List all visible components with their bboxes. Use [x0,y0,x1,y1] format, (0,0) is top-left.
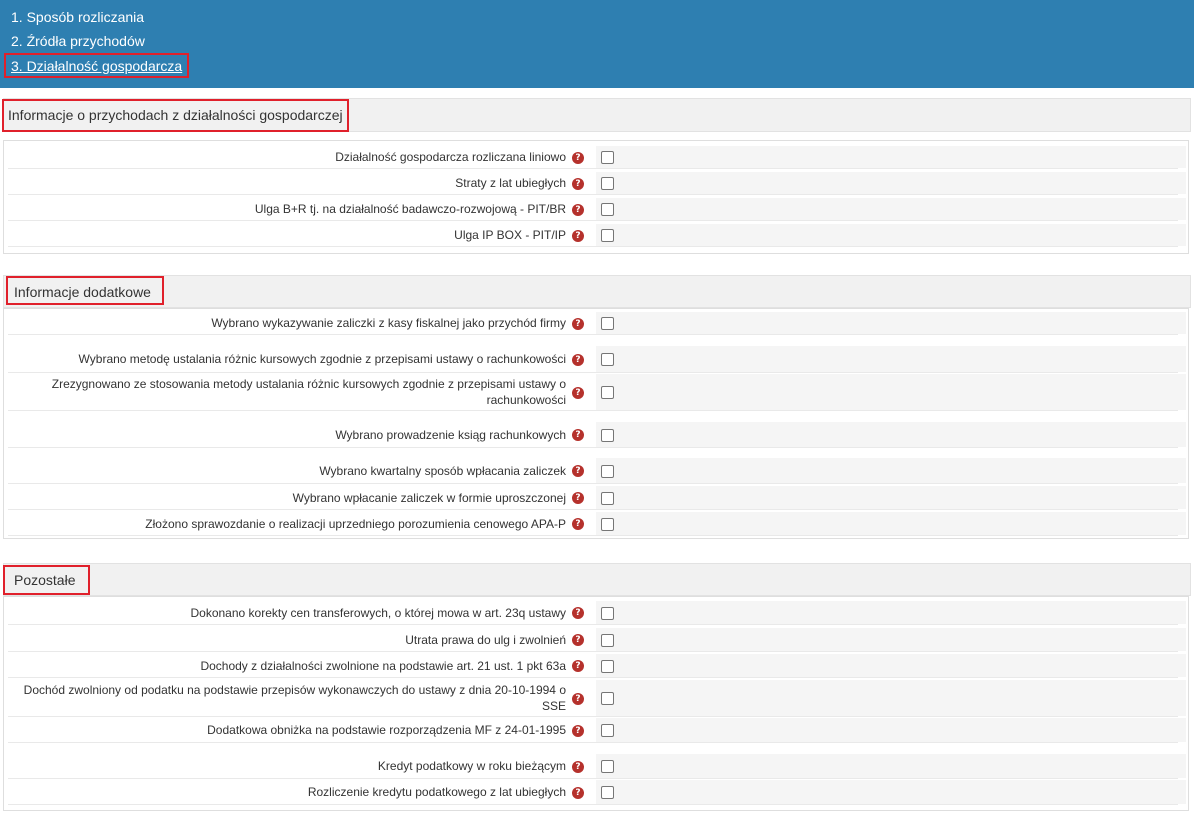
section-header-dodatkowe [3,275,1191,308]
field-label: Złożono sprawozdanie o realizacji uprzed… [145,516,566,531]
checkbox[interactable] [601,724,614,737]
form-row: Wybrano prowadzenie ksiąg rachunkowych? [8,422,1186,448]
checkbox-cell [596,172,1186,194]
checkbox[interactable] [601,203,614,216]
checkbox-cell [596,198,1186,220]
highlight-box-section-title [2,99,349,132]
form-row: Dodatkowa obniżka na podstawie rozporząd… [8,718,1186,743]
form-row: Działalność gospodarcza rozliczana linio… [8,146,1186,169]
checkbox[interactable] [601,607,614,620]
checkbox[interactable] [601,465,614,478]
form-row: Dokonano korekty cen transferowych, o kt… [8,601,1186,625]
form-row: Wybrano metodę ustalania różnic kursowyc… [8,346,1186,373]
checkbox[interactable] [601,429,614,442]
checkbox-cell [596,601,1186,624]
checkbox-cell [596,754,1186,778]
form-row: Złożono sprawozdanie o realizacji uprzed… [8,512,1186,536]
checkbox[interactable] [601,786,614,799]
checkbox[interactable] [601,634,614,647]
form-row: Kredyt podatkowy w roku bieżącym? [8,754,1186,779]
checkbox[interactable] [601,760,614,773]
highlight-box-active-step [4,53,189,78]
checkbox-cell [596,486,1186,509]
checkbox[interactable] [601,229,614,242]
form-row: Dochód zwolniony od podatku na podstawie… [8,680,1186,717]
checkbox[interactable] [601,151,614,164]
section-header-pozostale [3,563,1191,596]
checkbox[interactable] [601,353,614,366]
checkbox-cell [596,718,1186,742]
help-icon[interactable]: ? [572,204,584,216]
help-icon[interactable]: ? [572,492,584,504]
checkbox[interactable] [601,692,614,705]
help-icon[interactable]: ? [572,178,584,190]
checkbox[interactable] [601,177,614,190]
highlight-box-section-title [3,565,90,595]
field-label: Ulga IP BOX - PIT/IP [454,228,566,242]
form-row: Wybrano kwartalny sposób wpłacania zalic… [8,458,1186,484]
checkbox-cell [596,422,1186,447]
form-row: Ulga B+R tj. na działalność badawczo-roz… [8,198,1186,221]
field-label: Dodatkowa obniżka na podstawie rozporząd… [207,723,566,737]
field-label: Wybrano wpłacanie zaliczek w formie upro… [292,490,566,505]
checkbox-cell [596,146,1186,168]
checkbox-cell [596,680,1186,716]
help-icon[interactable]: ? [572,607,584,619]
checkbox[interactable] [601,317,614,330]
form-row: Dochody z działalności zwolnione na pods… [8,654,1186,678]
form-row: Zrezygnowano ze stosowania metody ustala… [8,374,1186,411]
form-row: Wybrano wykazywanie zaliczki z kasy fisk… [8,312,1186,335]
field-label: Wybrano kwartalny sposób wpłacania zalic… [319,463,566,478]
checkbox-cell [596,780,1186,804]
help-icon[interactable]: ? [572,318,584,330]
help-icon[interactable]: ? [572,660,584,672]
help-icon[interactable]: ? [572,725,584,737]
field-label: Kredyt podatkowy w roku bieżącym [377,759,566,773]
help-icon[interactable]: ? [572,152,584,164]
field-label: Utrata prawa do ulg i zwolnień [405,632,566,647]
wizard-steps-bar: 1. Sposób rozliczania 2. Źródła przychod… [0,0,1194,88]
form-row: Utrata prawa do ulg i zwolnień? [8,628,1186,652]
field-label: Wybrano metodę ustalania różnic kursowyc… [78,352,566,366]
help-icon[interactable]: ? [572,787,584,799]
help-icon[interactable]: ? [572,230,584,242]
form-row: Ulga IP BOX - PIT/IP? [8,224,1186,247]
checkbox-cell [596,628,1186,651]
step-link-sposob-rozliczania[interactable]: 1. Sposób rozliczania [11,8,144,26]
help-icon[interactable]: ? [572,518,584,530]
help-icon[interactable]: ? [572,465,584,477]
checkbox[interactable] [601,386,614,399]
help-icon[interactable]: ? [572,634,584,646]
checkbox-cell [596,312,1186,334]
step-link-zrodla-przychodow[interactable]: 2. Źródła przychodów [11,32,145,50]
form-row: Straty z lat ubiegłych? [8,172,1186,195]
field-label: Dokonano korekty cen transferowych, o kt… [190,605,566,620]
form-row: Wybrano wpłacanie zaliczek w formie upro… [8,486,1186,510]
checkbox-cell [596,654,1186,677]
field-label: Działalność gospodarcza rozliczana linio… [335,150,566,164]
checkbox-cell [596,224,1186,246]
help-icon[interactable]: ? [572,761,584,773]
field-label: Dochody z działalności zwolnione na pods… [200,658,566,673]
help-icon[interactable]: ? [572,429,584,441]
checkbox-cell [596,512,1186,535]
help-icon[interactable]: ? [572,387,584,399]
help-icon[interactable]: ? [572,354,584,366]
help-icon[interactable]: ? [572,693,584,705]
field-label: Dochód zwolniony od podatku na podstawie… [23,683,566,713]
field-label: Ulga B+R tj. na działalność badawczo-roz… [254,202,566,216]
form-row: Rozliczenie kredytu podatkowego z lat ub… [8,780,1186,805]
field-label: Rozliczenie kredytu podatkowego z lat ub… [307,785,566,799]
checkbox-cell [596,458,1186,483]
field-label: Zrezygnowano ze stosowania metody ustala… [51,377,566,407]
checkbox[interactable] [601,492,614,505]
checkbox-cell [596,374,1186,410]
field-label: Wybrano wykazywanie zaliczki z kasy fisk… [211,316,566,330]
checkbox-cell [596,346,1186,372]
checkbox[interactable] [601,660,614,673]
highlight-box-section-title [6,276,164,305]
field-label: Straty z lat ubiegłych [455,176,566,190]
checkbox[interactable] [601,518,614,531]
field-label: Wybrano prowadzenie ksiąg rachunkowych [335,427,566,442]
